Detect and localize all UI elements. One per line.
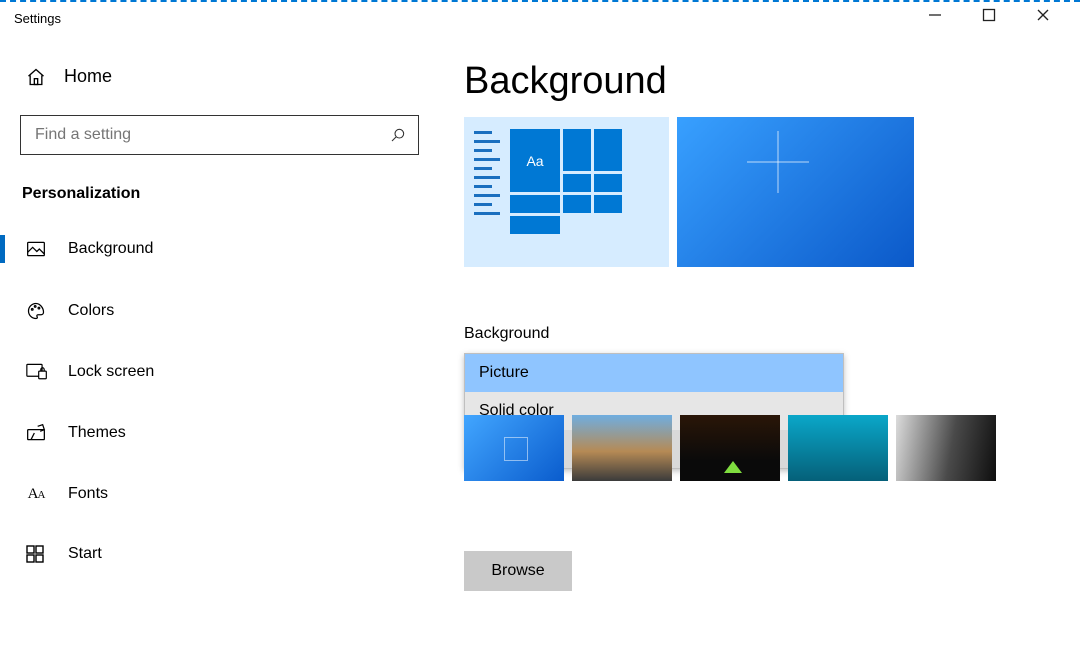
theme-preview: Aa: [464, 117, 914, 267]
home-label: Home: [64, 66, 112, 87]
home-link[interactable]: Home: [20, 44, 419, 109]
category-heading: Personalization: [20, 181, 419, 231]
sidebar-item-label: Lock screen: [68, 363, 154, 381]
sidebar-item-colors[interactable]: Colors: [20, 293, 419, 329]
sidebar-item-label: Colors: [68, 302, 114, 320]
sidebar-item-label: Start: [68, 545, 102, 563]
sidebar-item-start[interactable]: Start: [20, 537, 419, 571]
palette-icon: [26, 301, 46, 321]
thumbnail[interactable]: [464, 415, 564, 481]
home-icon: [26, 67, 46, 87]
search-icon: [390, 127, 406, 143]
fonts-icon: AA: [26, 486, 46, 503]
windows-logo-icon: [747, 131, 809, 193]
thumbnail[interactable]: [680, 415, 780, 481]
content-pane: Background Aa Background Picture: [440, 34, 1080, 660]
sidebar-item-background[interactable]: Background: [20, 231, 419, 267]
sidebar-item-fonts[interactable]: AA Fonts: [20, 477, 419, 511]
preview-sample-text: Aa: [510, 129, 560, 192]
preview-tiles: Aa: [510, 129, 622, 255]
maximize-button[interactable]: [980, 6, 998, 24]
preview-start-panel: Aa: [464, 117, 669, 267]
start-icon: [26, 545, 46, 563]
nav-list: Background Colors Lock screen: [20, 231, 419, 571]
minimize-button[interactable]: [926, 6, 944, 24]
picture-thumbnails: [464, 415, 996, 481]
themes-icon: [26, 423, 46, 443]
sidebar-item-label: Fonts: [68, 485, 108, 503]
thumbnail[interactable]: [788, 415, 888, 481]
background-section-label: Background: [464, 325, 1050, 343]
settings-window: Settings Home Perso: [0, 0, 1080, 660]
window-title: Settings: [14, 11, 61, 26]
search-box[interactable]: [20, 115, 419, 155]
preview-wallpaper: [677, 117, 914, 267]
sidebar-item-lock-screen[interactable]: Lock screen: [20, 355, 419, 389]
sidebar-item-themes[interactable]: Themes: [20, 415, 419, 451]
title-bar: Settings: [0, 2, 1080, 34]
window-controls: [926, 6, 1080, 24]
sidebar-item-label: Background: [68, 240, 153, 258]
thumbnail[interactable]: [572, 415, 672, 481]
picture-icon: [26, 239, 46, 259]
search-input[interactable]: [33, 125, 390, 145]
close-button[interactable]: [1034, 6, 1052, 24]
thumbnail[interactable]: [896, 415, 996, 481]
lockscreen-icon: [26, 363, 46, 381]
sidebar-item-label: Themes: [68, 424, 126, 442]
browse-button[interactable]: Browse: [464, 551, 572, 591]
sidebar: Home Personalization Background: [0, 34, 440, 660]
dropdown-option-picture[interactable]: Picture: [465, 354, 843, 392]
preview-menu-lines: [474, 129, 500, 255]
page-title: Background: [464, 60, 1050, 103]
